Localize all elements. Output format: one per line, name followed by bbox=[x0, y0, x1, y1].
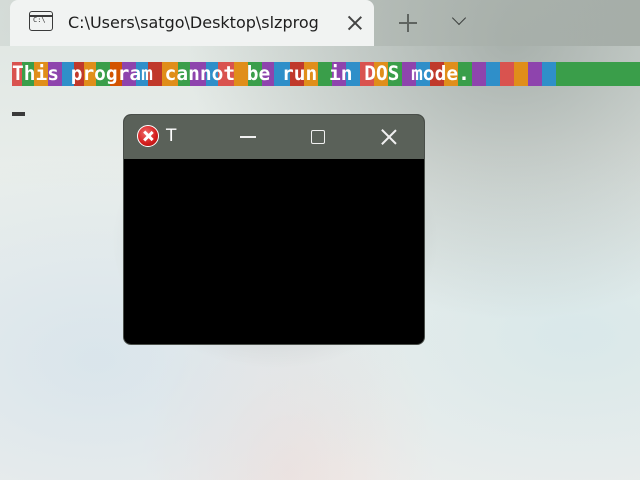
close-tab-icon[interactable] bbox=[344, 12, 366, 34]
console-output-line: This program cannot be run in DOS mode. bbox=[12, 62, 470, 85]
tab-dropdown-chevron-down-icon[interactable] bbox=[450, 12, 470, 32]
console-cursor bbox=[12, 112, 25, 116]
window-title: T bbox=[166, 126, 177, 146]
close-window-icon[interactable] bbox=[379, 127, 399, 147]
terminal-icon: C:\ bbox=[29, 11, 53, 31]
error-window: T bbox=[123, 114, 425, 345]
minimize-icon[interactable] bbox=[240, 136, 256, 138]
terminal-tab-bar: C:\ C:\Users\satgo\Desktop\slzprog bbox=[0, 0, 640, 46]
new-tab-plus-icon[interactable] bbox=[397, 12, 419, 34]
error-icon bbox=[137, 125, 159, 147]
maximize-icon[interactable] bbox=[311, 130, 325, 144]
window-titlebar[interactable]: T bbox=[124, 115, 424, 159]
tab-title: C:\Users\satgo\Desktop\slzprog bbox=[68, 13, 319, 32]
terminal-tab[interactable]: C:\ C:\Users\satgo\Desktop\slzprog bbox=[10, 0, 374, 46]
